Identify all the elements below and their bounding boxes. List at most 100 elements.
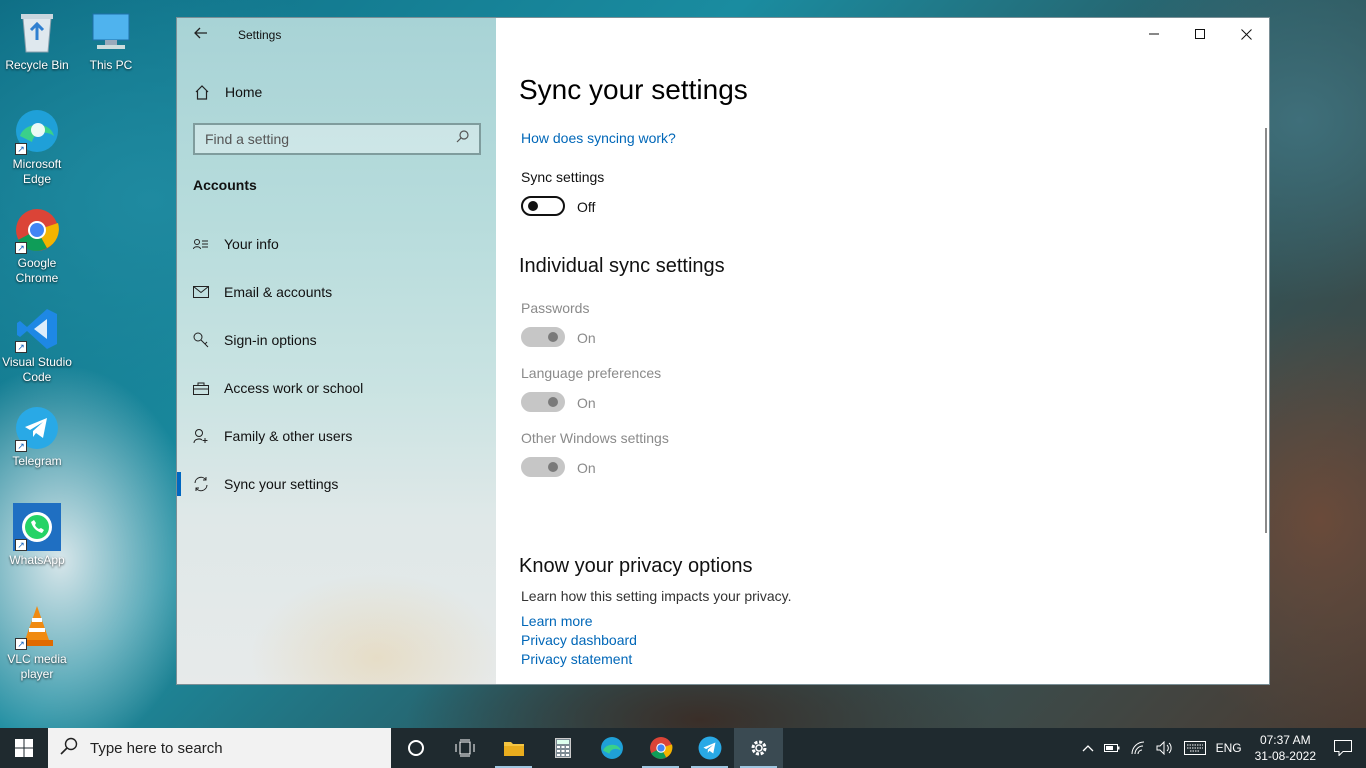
back-arrow-icon[interactable] — [189, 26, 213, 46]
cortana-circle-icon — [407, 740, 424, 756]
privacy-dashboard-link[interactable]: Privacy dashboard — [521, 632, 637, 648]
window-caption-buttons — [1131, 18, 1269, 50]
desktop-icon-vscode[interactable]: ↗ Visual Studio Code — [0, 305, 74, 385]
network-tray-button[interactable] — [1125, 728, 1151, 768]
shortcut-arrow-icon: ↗ — [15, 341, 27, 353]
shortcut-arrow-icon: ↗ — [15, 143, 27, 155]
nav-item-your-info[interactable]: Your info — [177, 220, 496, 268]
desktop-icon-label: Telegram — [12, 454, 62, 468]
briefcase-icon — [192, 382, 210, 395]
calculator-taskbar-button[interactable] — [538, 728, 587, 768]
telegram-taskbar-button[interactable] — [685, 728, 734, 768]
other-windows-settings-state: On — [577, 460, 596, 476]
page-title: Sync your settings — [519, 74, 748, 105]
recycle-bin-icon — [13, 8, 61, 56]
touch-keyboard-button[interactable] — [1179, 728, 1211, 768]
nav-item-access-work[interactable]: Access work or school — [177, 364, 496, 412]
privacy-description: Learn how this setting impacts your priv… — [521, 588, 792, 604]
chrome-icon: ↗ — [13, 206, 61, 254]
desktop-icon-label: Visual Studio Code — [2, 355, 72, 384]
nav-item-label: Email & accounts — [224, 284, 333, 300]
minimize-button[interactable] — [1131, 18, 1177, 50]
passwords-state: On — [577, 330, 596, 346]
toggle-knob — [548, 397, 558, 407]
desktop-icon-label: This PC — [89, 58, 133, 72]
mail-icon — [192, 286, 210, 298]
toggle-knob — [548, 462, 558, 472]
desktop-icon-vlc[interactable]: ↗ VLC media player — [0, 602, 74, 682]
computer-icon — [87, 8, 135, 56]
shortcut-arrow-icon: ↗ — [15, 440, 27, 452]
other-windows-settings-toggle[interactable] — [521, 457, 565, 477]
nav-item-sign-in-options[interactable]: Sign-in options — [177, 316, 496, 364]
desktop-icon-label: Recycle Bin — [5, 58, 69, 72]
close-button[interactable] — [1223, 18, 1269, 50]
language-preferences-label: Language preferences — [521, 365, 662, 381]
find-setting-search[interactable] — [193, 123, 481, 155]
desktop-icon-this-pc[interactable]: This PC — [74, 8, 148, 73]
task-view-icon — [455, 739, 474, 757]
volume-tray-button[interactable] — [1151, 728, 1179, 768]
desktop-icon-label: Microsoft Edge — [12, 157, 62, 186]
passwords-toggle[interactable] — [521, 327, 565, 347]
passwords-label: Passwords — [521, 300, 590, 316]
show-hidden-icons-button[interactable] — [1077, 728, 1099, 768]
content-scrollbar[interactable] — [1265, 128, 1267, 533]
edge-icon — [600, 737, 623, 759]
sync-settings-label: Sync settings — [521, 169, 605, 185]
desktop-icon-edge[interactable]: ↗ Microsoft Edge — [0, 107, 74, 187]
taskbar-search-input[interactable] — [90, 739, 370, 757]
desktop-icon-whatsapp[interactable]: ↗ WhatsApp — [0, 503, 74, 568]
chrome-taskbar-button[interactable] — [636, 728, 685, 768]
file-explorer-taskbar-button[interactable] — [489, 728, 538, 768]
learn-more-link[interactable]: Learn more — [521, 613, 593, 629]
sync-icon — [192, 476, 210, 492]
battery-tray-button[interactable] — [1099, 728, 1125, 768]
search-icon[interactable] — [456, 130, 469, 148]
maximize-button[interactable] — [1177, 18, 1223, 50]
language-preferences-toggle[interactable] — [521, 392, 565, 412]
speaker-icon — [1156, 741, 1172, 755]
key-icon — [192, 332, 210, 348]
how-syncing-works-link[interactable]: How does syncing work? — [521, 130, 676, 146]
sync-settings-state: Off — [577, 199, 596, 215]
telegram-icon — [698, 736, 721, 760]
shortcut-arrow-icon: ↗ — [15, 539, 27, 551]
settings-content-pane: Sync your settings How does syncing work… — [497, 18, 1269, 684]
desktop-icon-recycle-bin[interactable]: Recycle Bin — [0, 8, 74, 73]
edge-icon: ↗ — [13, 107, 61, 155]
nav-item-sync-settings[interactable]: Sync your settings — [177, 460, 496, 508]
nav-item-label: Sign-in options — [224, 332, 317, 348]
nav-home[interactable]: Home — [193, 82, 262, 102]
toggle-knob — [528, 201, 538, 211]
nav-item-family-users[interactable]: Family & other users — [177, 412, 496, 460]
cortana-button[interactable] — [391, 728, 440, 768]
nav-item-email-accounts[interactable]: Email & accounts — [177, 268, 496, 316]
desktop-icon-telegram[interactable]: ↗ Telegram — [0, 404, 74, 469]
task-view-button[interactable] — [440, 728, 489, 768]
desktop-icon-label: WhatsApp — [9, 553, 65, 567]
start-button[interactable] — [0, 728, 48, 768]
home-icon — [193, 84, 211, 100]
sync-settings-toggle[interactable] — [521, 196, 565, 216]
clock-date: 31-08-2022 — [1254, 749, 1316, 763]
taskbar-search-box[interactable] — [48, 728, 391, 768]
contact-card-icon — [192, 238, 210, 250]
system-tray: ENG 07:37 AM 31-08-2022 — [1077, 728, 1366, 768]
language-preferences-state: On — [577, 395, 596, 411]
find-setting-input[interactable] — [205, 131, 456, 147]
add-person-icon — [192, 428, 210, 444]
toggle-knob — [548, 332, 558, 342]
desktop-icon-chrome[interactable]: ↗ Google Chrome — [0, 206, 74, 286]
nav-list: Your info Email & accounts Sign-in optio… — [177, 220, 496, 508]
wifi-icon — [1131, 741, 1144, 755]
nav-item-label: Your info — [224, 236, 279, 252]
privacy-title: Know your privacy options — [519, 555, 753, 577]
keyboard-icon — [1183, 741, 1206, 755]
settings-taskbar-button[interactable] — [734, 728, 783, 768]
privacy-statement-link[interactable]: Privacy statement — [521, 651, 632, 667]
clock[interactable]: 07:37 AM 31-08-2022 — [1247, 732, 1324, 764]
action-center-button[interactable] — [1324, 728, 1366, 768]
edge-taskbar-button[interactable] — [587, 728, 636, 768]
input-language-indicator[interactable]: ENG — [1211, 728, 1247, 768]
